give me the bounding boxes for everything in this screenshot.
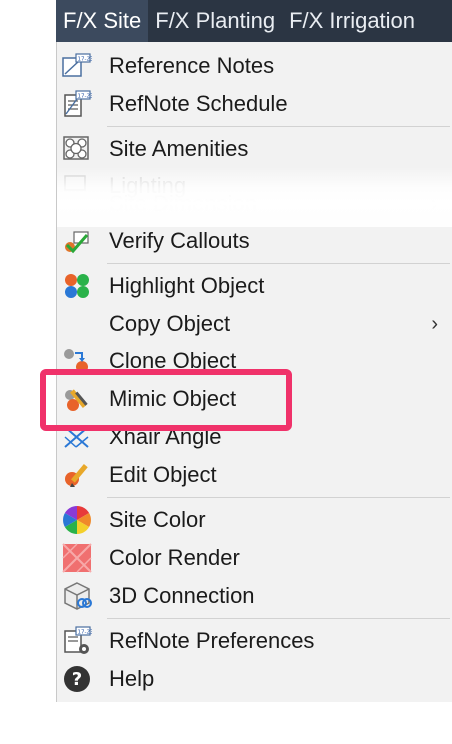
menubar: F/X Site F/X Planting F/X Irrigation xyxy=(56,0,452,42)
svg-text:17-23: 17-23 xyxy=(78,630,93,636)
menu-item-label: Site Amenities xyxy=(109,136,249,161)
refnote-schedule-icon: 17-23 xyxy=(61,89,93,119)
menu-item-reference-notes[interactable]: 17-23 Reference Notes xyxy=(57,48,452,84)
menu-separator xyxy=(107,497,450,498)
menu-item-label: Verify Callouts xyxy=(109,228,250,253)
menu-item-label: Help xyxy=(109,666,155,691)
menu-item-highlight-object[interactable]: Highlight Object xyxy=(57,268,452,304)
svg-text:17-23: 17-23 xyxy=(78,57,93,63)
menu-item-3d-connection[interactable]: 3D Connection xyxy=(57,578,452,614)
menu-item-refnote-preferences[interactable]: 17-23 RefNote Preferences xyxy=(57,623,452,659)
menu-item-label: Highlight Object xyxy=(109,273,265,298)
menu-item-site-dimension[interactable]: Site Dimension › xyxy=(57,186,452,222)
menu-item-site-amenities[interactable]: Site Amenities xyxy=(57,131,452,167)
menu-item-edit-object[interactable]: Edit Object xyxy=(57,457,452,493)
reference-notes-icon: 17-23 xyxy=(61,51,93,81)
site-amenities-icon xyxy=(61,134,93,164)
menu-separator xyxy=(107,126,450,127)
menu-item-help[interactable]: ? Help xyxy=(57,661,452,697)
menu-item-label: Edit Object xyxy=(109,462,217,487)
menu-item-label: Site Color xyxy=(109,507,206,532)
highlight-callout-box xyxy=(40,369,292,431)
menu-item-label: RefNote Schedule xyxy=(109,91,288,116)
menu-separator xyxy=(107,263,450,264)
tab-fx-site[interactable]: F/X Site xyxy=(56,0,149,42)
site-color-icon xyxy=(61,505,93,535)
menu-item-verify-callouts[interactable]: Verify Callouts xyxy=(57,223,452,259)
svg-text:17-23: 17-23 xyxy=(78,94,93,100)
menu-item-copy-object[interactable]: Copy Object › xyxy=(57,306,452,342)
menu-item-label: Site Dimension xyxy=(109,191,257,216)
help-icon: ? xyxy=(61,664,93,694)
verify-callouts-icon xyxy=(61,226,93,256)
menu-item-site-color[interactable]: Site Color xyxy=(57,502,452,538)
tab-fx-planting[interactable]: F/X Planting xyxy=(148,0,282,42)
menu-item-label: Color Render xyxy=(109,545,240,570)
menu-separator xyxy=(107,618,450,619)
color-render-icon xyxy=(61,543,93,573)
menu-item-label: 3D Connection xyxy=(109,583,255,608)
edit-object-icon xyxy=(61,460,93,490)
highlight-object-icon xyxy=(61,271,93,301)
submenu-chevron-icon: › xyxy=(431,192,438,215)
svg-text:?: ? xyxy=(72,669,82,690)
menu-item-color-render[interactable]: Color Render xyxy=(57,540,452,576)
tab-fx-irrigation[interactable]: F/X Irrigation xyxy=(282,0,422,42)
refnote-preferences-icon: 17-23 xyxy=(61,626,93,656)
menu-item-refnote-schedule[interactable]: 17-23 RefNote Schedule xyxy=(57,86,452,122)
menu-item-label: Reference Notes xyxy=(109,53,275,78)
menu-item-label: Copy Object xyxy=(109,311,231,336)
3d-connection-icon xyxy=(61,581,93,611)
submenu-chevron-icon: › xyxy=(431,312,438,335)
menu-item-label: RefNote Preferences xyxy=(109,628,315,653)
